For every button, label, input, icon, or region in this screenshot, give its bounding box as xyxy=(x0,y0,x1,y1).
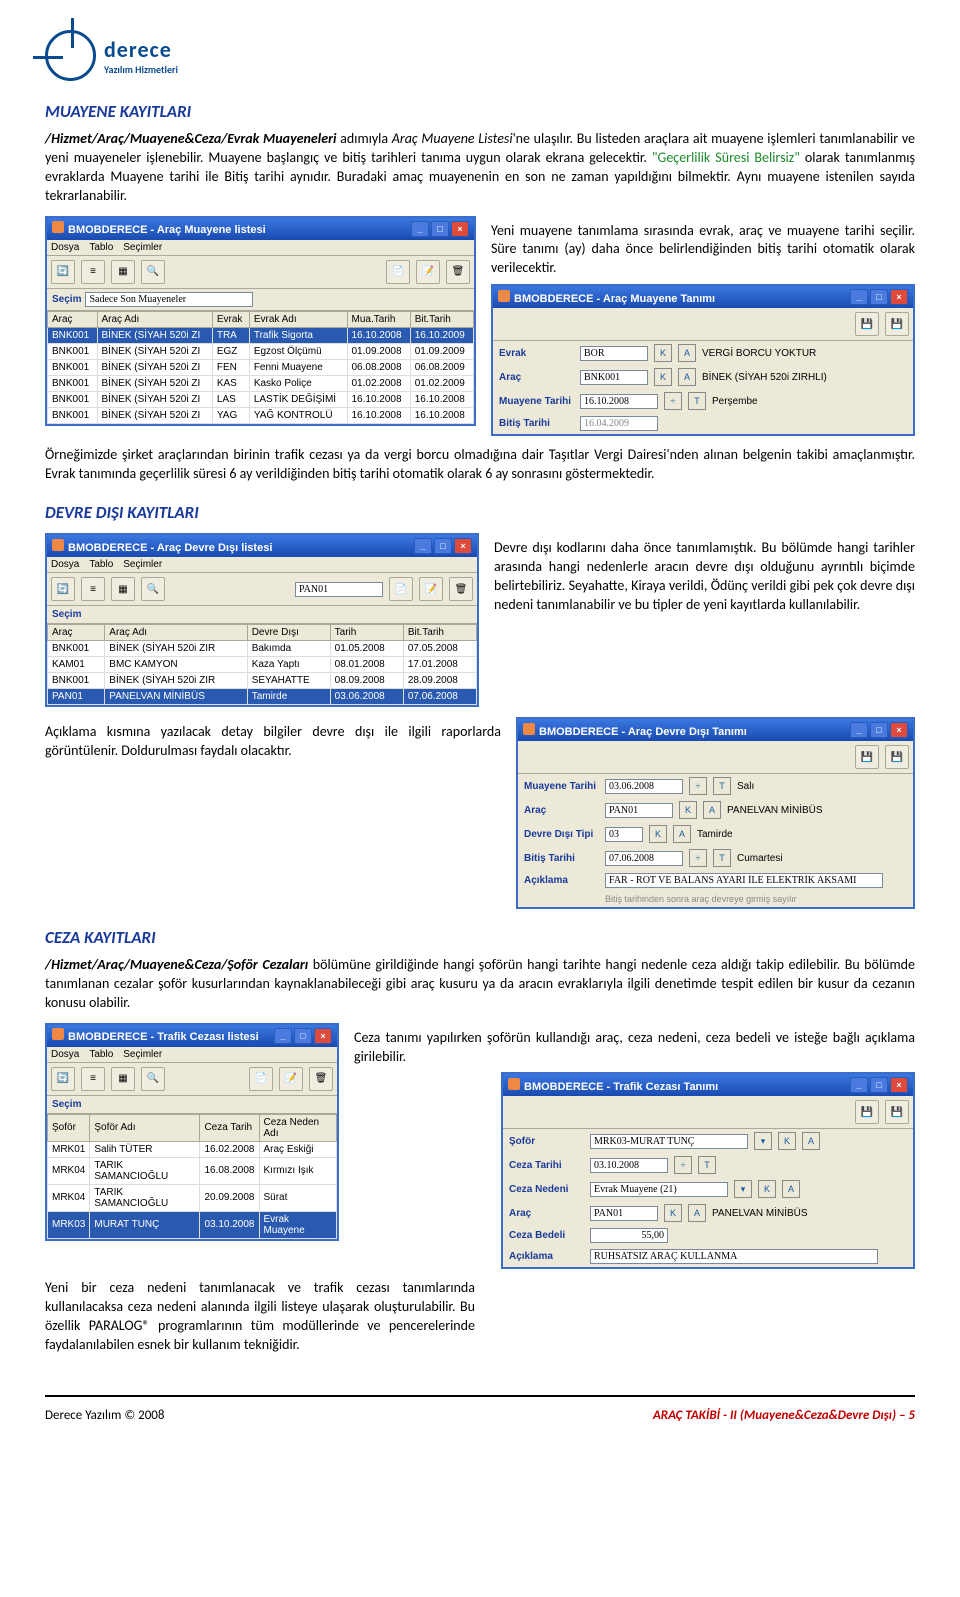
hint-text: Bitiş tarihinden sonra araç devreye girm… xyxy=(605,894,797,904)
table-row: BNK001BİNEK (SİYAH 520i ZIRBakımda01.05.… xyxy=(48,641,477,657)
heading-muayene: MUAYENE KAYITLARI xyxy=(45,101,915,122)
app-icon xyxy=(52,221,64,233)
secim-label: Seçim xyxy=(52,294,81,305)
table-row: BNK001BİNEK (SİYAH 520i ZIKASKasko Poliç… xyxy=(48,375,474,391)
table-row: BNK001BİNEK (SİYAH 520i ZIEGZEgzost Ölçü… xyxy=(48,343,474,359)
green-term: "Geçerlilik Süresi Belirsiz" xyxy=(652,149,800,166)
window-muayene-form: BMOBDERECE - Araç Muayene Tanımı_□× 💾💾 E… xyxy=(491,284,915,436)
min-btn[interactable]: _ xyxy=(411,221,429,237)
para-6: /Hizmet/Araç/Muayene&Ceza/Şoför Cezaları… xyxy=(45,956,915,1013)
tip-input[interactable] xyxy=(605,827,643,842)
ceza-tarih-input[interactable] xyxy=(590,1158,668,1173)
close-btn[interactable]: × xyxy=(890,289,908,305)
table-row: BNK001BİNEK (SİYAH 520i ZILASLASTİK DEĞİ… xyxy=(48,391,474,407)
para-4: Devre dışı kodlarını daha önce tanımlamı… xyxy=(494,539,915,615)
table-row: MRK04TARIK SAMANCIOĞLU20.09.2008Sürat xyxy=(48,1184,337,1211)
close-btn[interactable]: × xyxy=(451,221,469,237)
table-row: MRK04TARIK SAMANCIOĞLU16.08.2008Kırmızı … xyxy=(48,1157,337,1184)
search-icon[interactable]: 🔍 xyxy=(141,260,165,284)
arac-input[interactable] xyxy=(580,370,648,385)
sofor-input[interactable] xyxy=(590,1134,748,1149)
filter-input[interactable] xyxy=(295,582,383,597)
bitis-tarih-input xyxy=(580,416,658,431)
refresh-icon[interactable]: 🔄 xyxy=(51,260,75,284)
window-ceza-list: BMOBDERECE - Trafik Cezası listesi_□× Do… xyxy=(45,1023,339,1241)
arac-input[interactable] xyxy=(590,1206,658,1221)
window-muayene-list: BMOBDERECE - Araç Muayene listesi _□× Do… xyxy=(45,216,476,426)
menu-path-2: /Hizmet/Araç/Muayene&Ceza/Şoför Cezaları xyxy=(45,956,308,973)
list-icon[interactable]: ≡ xyxy=(81,260,105,284)
max-btn[interactable]: □ xyxy=(431,221,449,237)
footer-rule xyxy=(45,1395,915,1397)
para-7: Ceza tanımı yapılırken şoförün kullandığ… xyxy=(354,1029,915,1067)
delete-icon[interactable]: 🗑 xyxy=(446,260,470,284)
titlebar[interactable]: BMOBDERECE - Araç Muayene listesi _□× xyxy=(47,218,474,240)
footer-right: ARAÇ TAKİBİ - II (Muayene&Ceza&Devre Dış… xyxy=(653,1408,915,1423)
calendar-icon[interactable]: T xyxy=(688,392,706,410)
table-row: KAM01BMC KAMYONKaza Yaptı08.01.200817.01… xyxy=(48,657,477,673)
para-3: Örneğimizde şirket araçlarından birinin … xyxy=(45,446,915,484)
brand-logo: derece Yazılım Hizmetleri xyxy=(45,30,915,81)
logo-sub: Yazılım Hizmetleri xyxy=(104,63,178,76)
tarih-input[interactable] xyxy=(605,779,683,794)
refresh-icon[interactable]: 🔄 xyxy=(51,577,75,601)
window-ceza-form: BMOBDERECE - Trafik Cezası Tanımı_□× 💾💾 … xyxy=(501,1072,915,1269)
table-row: MRK01Salih TÜTER16.02.2008Araç Eskiği xyxy=(48,1141,337,1157)
arac-input[interactable] xyxy=(605,803,673,818)
spinner-icon[interactable]: ÷ xyxy=(664,392,682,410)
ceza-grid[interactable]: ŞoförŞoför AdıCeza TarihCeza Neden Adı M… xyxy=(47,1114,337,1239)
muayene-tarih-input[interactable] xyxy=(580,394,658,409)
para-5: Açıklama kısmına yazılacak detay bilgile… xyxy=(45,723,501,761)
table-row: MRK03MURAT TUNÇ03.10.2008Evrak Muayene xyxy=(48,1211,337,1238)
aciklama-input[interactable] xyxy=(605,873,883,888)
bitis-input[interactable] xyxy=(605,851,683,866)
secim-input[interactable] xyxy=(85,292,253,307)
list-icon[interactable]: A xyxy=(678,344,696,362)
footer-left: Derece Yazılım © 2008 xyxy=(45,1408,164,1423)
excel-icon[interactable]: ▦ xyxy=(111,260,135,284)
logo-title: derece xyxy=(104,36,178,63)
edit-icon[interactable]: 📝 xyxy=(416,260,440,284)
table-row: BNK001BİNEK (SİYAH 520i ZITRATrafik Sigo… xyxy=(48,327,474,343)
para-1: /Hizmet/Araç/Muayene&Ceza/Evrak Muayenel… xyxy=(45,130,915,206)
menubar[interactable]: DosyaTabloSeçimler xyxy=(47,240,474,256)
save-icon[interactable]: 💾 xyxy=(855,745,879,769)
logo-mark xyxy=(45,30,96,81)
evrak-input[interactable] xyxy=(580,346,648,361)
table-row: BNK001BİNEK (SİYAH 520i ZIFENFenni Muaye… xyxy=(48,359,474,375)
aciklama-input[interactable] xyxy=(590,1249,878,1264)
window-devredisi-form: BMOBDERECE - Araç Devre Dışı Tanımı_□× 💾… xyxy=(516,717,915,909)
save-icon[interactable]: 💾 xyxy=(855,312,879,336)
neden-input[interactable] xyxy=(590,1182,728,1197)
para-8: Yeni bir ceza nedeni tanımlanacak ve tra… xyxy=(45,1279,475,1355)
table-row: BNK001BİNEK (SİYAH 520i ZIRSEYAHATTE08.0… xyxy=(48,673,477,689)
heading-devre-disi: DEVRE DIŞI KAYITLARI xyxy=(45,502,915,523)
toolbar: 🔄 ≡ ▦ 🔍 📄 📝 🗑 xyxy=(47,256,474,289)
min-btn[interactable]: _ xyxy=(850,289,868,305)
new-icon[interactable]: 📄 xyxy=(386,260,410,284)
save-icon[interactable]: 💾 xyxy=(855,1100,879,1124)
bedel-input[interactable] xyxy=(590,1228,668,1243)
menu-path-1: /Hizmet/Araç/Muayene&Ceza/Evrak Muayenel… xyxy=(45,130,336,147)
table-row: PAN01PANELVAN MİNİBÜSTamirde03.06.200807… xyxy=(48,689,477,705)
table-row: BNK001BİNEK (SİYAH 520i ZIYAGYAĞ KONTROL… xyxy=(48,407,474,423)
para-2: Yeni muayene tanımlama sırasında evrak, … xyxy=(491,222,915,279)
calendar-icon[interactable]: K xyxy=(654,344,672,362)
window-devredisi-list: BMOBDERECE - Araç Devre Dışı listesi_□× … xyxy=(45,533,479,707)
muayene-grid[interactable]: AraçAraç AdıEvrakEvrak AdıMua.TarihBit.T… xyxy=(47,311,474,424)
save2-icon[interactable]: 💾 xyxy=(885,312,909,336)
devredisi-grid[interactable]: AraçAraç AdıDevre DışıTarihBit.Tarih BNK… xyxy=(47,624,477,705)
heading-ceza: CEZA KAYITLARI xyxy=(45,927,915,948)
max-btn[interactable]: □ xyxy=(870,289,888,305)
